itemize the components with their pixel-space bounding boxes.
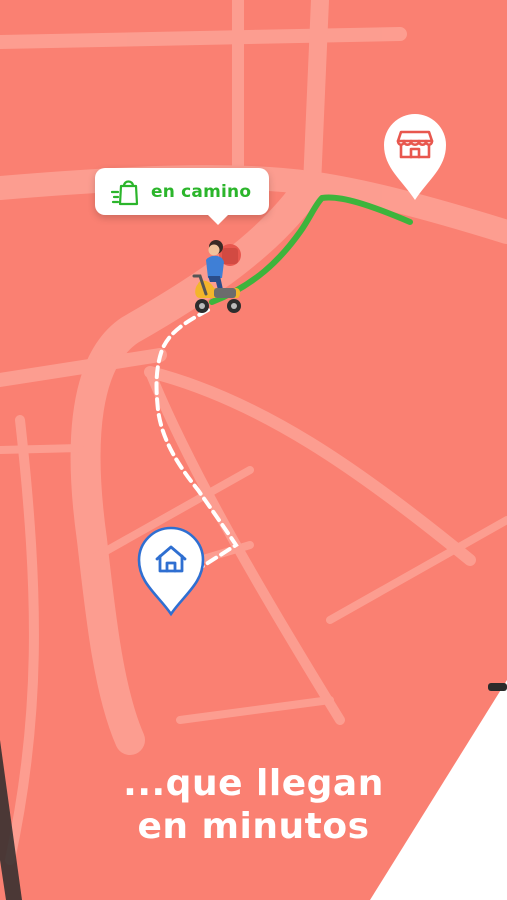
home-marker — [137, 526, 205, 617]
headline-line-1: ...que llegan — [123, 763, 384, 804]
road-left-small — [0, 444, 84, 454]
road-top — [0, 27, 407, 49]
road-left-h — [0, 348, 167, 387]
road-right-small — [326, 516, 507, 624]
scooter-rider-icon — [192, 240, 241, 313]
headline-line-2: en minutos — [137, 806, 370, 847]
courier-scooter — [192, 240, 241, 313]
status-bubble: en camino — [95, 168, 269, 225]
headline: ...que llegan en minutos — [0, 762, 507, 848]
store-marker — [384, 114, 446, 200]
shopping-bag-speed-icon — [111, 179, 139, 205]
road-bottom — [176, 696, 334, 724]
device-edge-right — [488, 683, 507, 691]
onboarding-screen: en camino ...que llegan en minutos — [0, 0, 507, 900]
road-v2 — [303, 0, 329, 194]
status-label: en camino — [151, 181, 252, 202]
